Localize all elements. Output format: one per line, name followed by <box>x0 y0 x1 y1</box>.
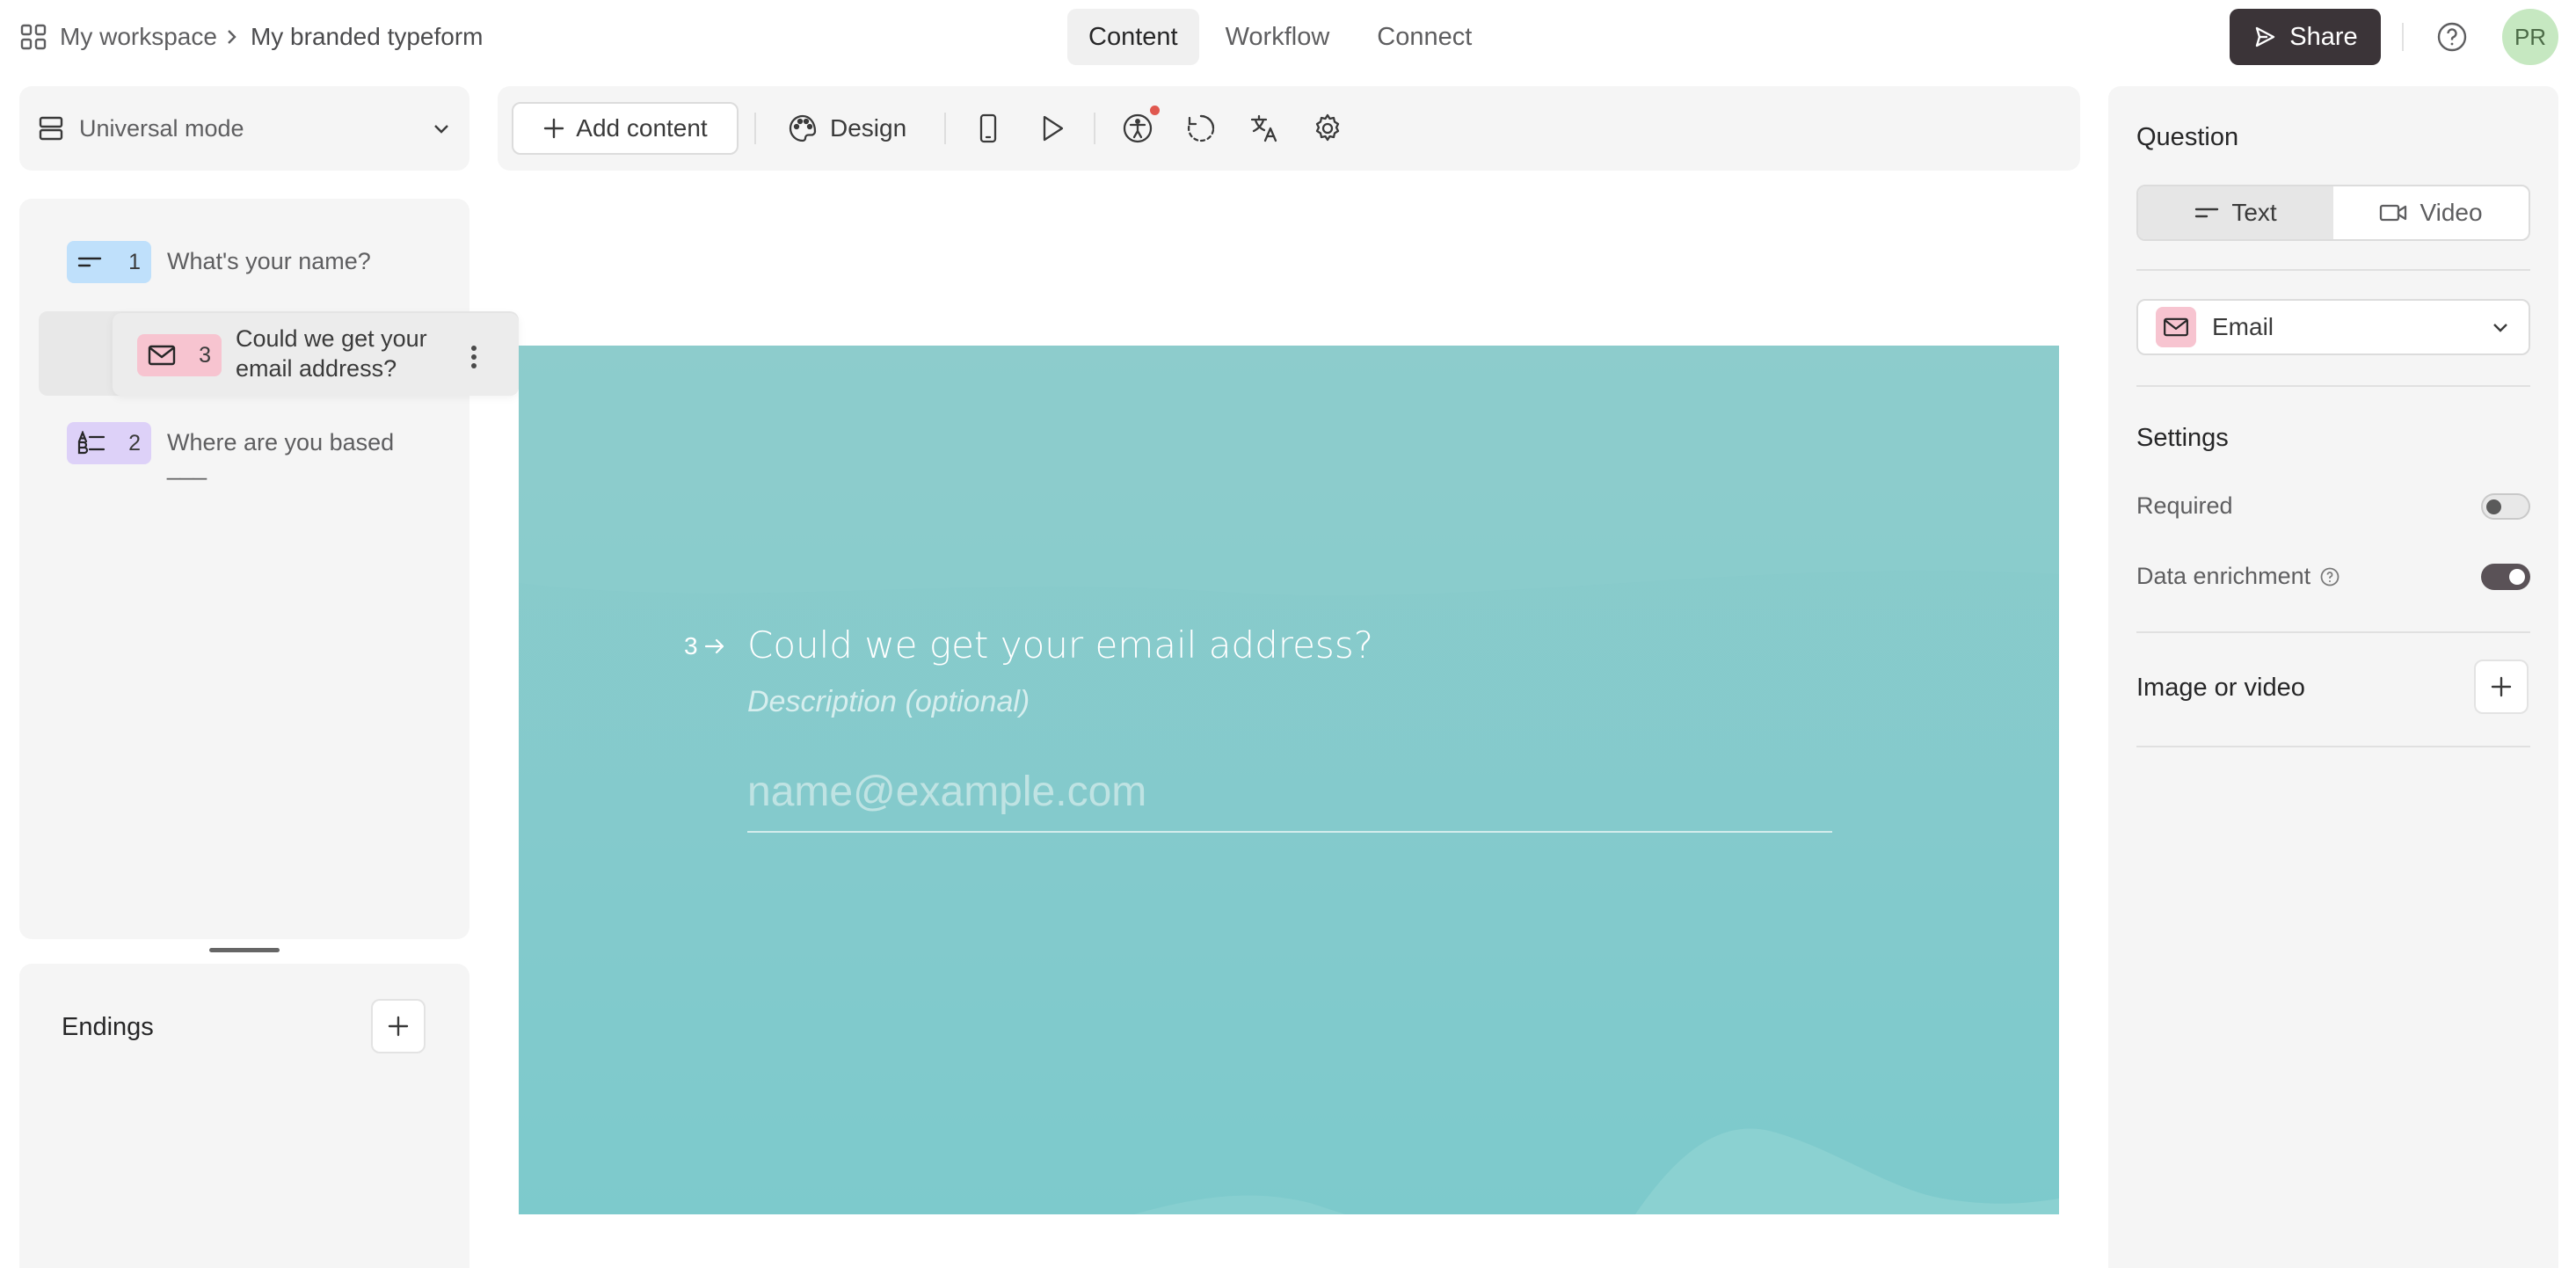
question-settings-panel: Question Text Video Email Settings Requi… <box>2108 86 2558 1268</box>
gear-icon[interactable] <box>1312 113 1343 144</box>
send-icon <box>2256 26 2275 47</box>
question-number-indicator: 3 <box>684 632 726 660</box>
avatar[interactable]: PR <box>2502 9 2558 65</box>
short-text-icon <box>77 257 102 267</box>
apps-grid-icon[interactable] <box>19 23 47 51</box>
design-button[interactable]: Design <box>788 104 906 153</box>
form-preview-canvas: 3 Could we get your email address? Descr… <box>519 346 2059 1214</box>
question-item-2[interactable]: 2 Where are you based ___ <box>67 422 395 480</box>
media-label: Image or video <box>2136 674 2305 702</box>
top-tabs: Content Workflow Connect <box>1067 9 1493 65</box>
mode-label: Universal mode <box>79 114 244 142</box>
tab-connect[interactable]: Connect <box>1356 9 1493 65</box>
canvas-description-field[interactable]: Description (optional) <box>747 685 1030 719</box>
plus-icon <box>2491 676 2512 697</box>
question-type-badge <box>2156 307 2196 347</box>
endings-label: Endings <box>62 1013 154 1041</box>
setting-label: Required <box>2136 492 2233 519</box>
notification-dot <box>1150 106 1160 115</box>
endings-panel: Endings <box>19 964 469 1268</box>
mode-selector[interactable]: Universal mode <box>19 86 469 171</box>
share-button[interactable]: Share <box>2230 9 2381 65</box>
short-text-icon <box>2195 208 2219 218</box>
divider <box>2136 746 2530 747</box>
divider <box>754 113 756 144</box>
chevron-down-icon <box>434 125 448 134</box>
question-badge: 1 <box>67 241 151 283</box>
question-number: 3 <box>199 342 211 368</box>
breadcrumb-workspace[interactable]: My workspace <box>60 23 217 51</box>
palette-icon <box>789 114 817 142</box>
format-video-label: Video <box>2420 199 2483 226</box>
question-badge: 2 <box>67 422 151 464</box>
add-content-label: Add content <box>576 114 708 142</box>
question-text: Could we get your email address? <box>236 325 427 382</box>
setting-data-enrichment: Data enrichment <box>2136 563 2530 590</box>
question-text: What's your name? <box>167 248 371 274</box>
envelope-icon <box>2164 317 2188 337</box>
plus-icon <box>388 1016 409 1037</box>
divider <box>2136 269 2530 271</box>
breadcrumb: My workspace My branded typeform <box>19 18 484 56</box>
chevron-down-icon <box>2493 324 2507 332</box>
canvas-question-title[interactable]: Could we get your email address? <box>747 623 1373 667</box>
format-text-label: Text <box>2231 199 2277 226</box>
format-text-option[interactable]: Text <box>2138 186 2333 239</box>
divider <box>2136 385 2530 387</box>
panel-resize-handle[interactable] <box>209 948 280 952</box>
logic-loop-icon[interactable] <box>1185 113 1217 144</box>
translate-icon[interactable] <box>1248 113 1280 144</box>
setting-label-group: Data enrichment <box>2136 563 2340 590</box>
add-ending-button[interactable] <box>371 999 426 1053</box>
play-preview-icon[interactable] <box>1036 113 1067 144</box>
setting-label: Data enrichment <box>2136 563 2311 589</box>
design-label: Design <box>830 114 907 142</box>
question-type-select[interactable]: Email <box>2136 299 2530 355</box>
breadcrumb-form-title[interactable]: My branded typeform <box>251 23 484 51</box>
divider <box>2136 631 2530 633</box>
divider <box>2402 23 2404 51</box>
question-item-3-dragging[interactable]: 3 Could we get your email address? <box>113 313 519 396</box>
multiple-choice-icon <box>77 431 106 455</box>
arrow-right-icon <box>704 638 724 654</box>
question-type-label: Email <box>2212 313 2274 340</box>
question-number: 1 <box>128 249 141 274</box>
add-content-button[interactable]: Add content <box>512 102 739 155</box>
help-icon[interactable] <box>2436 21 2468 53</box>
envelope-icon <box>148 345 176 366</box>
data-enrichment-toggle[interactable] <box>2481 563 2530 590</box>
info-icon[interactable] <box>2319 566 2340 587</box>
question-badge: 3 <box>137 334 222 376</box>
divider <box>1094 113 1095 144</box>
settings-heading: Settings <box>2136 424 2229 452</box>
top-bar: My workspace My branded typeform Content… <box>0 0 2576 74</box>
format-video-option[interactable]: Video <box>2333 186 2529 239</box>
plus-icon <box>544 118 564 139</box>
divider <box>944 113 946 144</box>
layout-icon <box>39 116 63 141</box>
setting-required: Required <box>2136 492 2530 520</box>
chevron-right-icon <box>228 30 236 44</box>
tab-workflow[interactable]: Workflow <box>1204 9 1351 65</box>
accessibility-icon[interactable] <box>1122 113 1153 144</box>
share-label: Share <box>2289 22 2358 51</box>
question-text-group: Where are you based ___ <box>151 422 395 480</box>
email-answer-field[interactable]: name@example.com <box>747 768 1832 833</box>
required-toggle[interactable] <box>2481 492 2530 520</box>
question-item-1[interactable]: 1 What's your name? <box>67 241 371 283</box>
question-text: Where are you based <box>167 429 395 455</box>
editor-toolbar: Add content Design <box>498 86 2080 171</box>
question-number: 2 <box>128 430 141 455</box>
canvas-question-number: 3 <box>684 632 698 660</box>
question-format-toggle: Text Video <box>2136 185 2530 241</box>
tab-content[interactable]: Content <box>1067 9 1199 65</box>
more-options-icon[interactable] <box>461 341 487 373</box>
question-text-extra: ___ <box>167 454 207 480</box>
mobile-preview-icon[interactable] <box>972 113 1004 144</box>
question-heading: Question <box>2136 123 2239 151</box>
video-camera-icon <box>2380 204 2407 222</box>
add-media-button[interactable] <box>2474 660 2529 714</box>
question-list-panel <box>19 199 469 939</box>
